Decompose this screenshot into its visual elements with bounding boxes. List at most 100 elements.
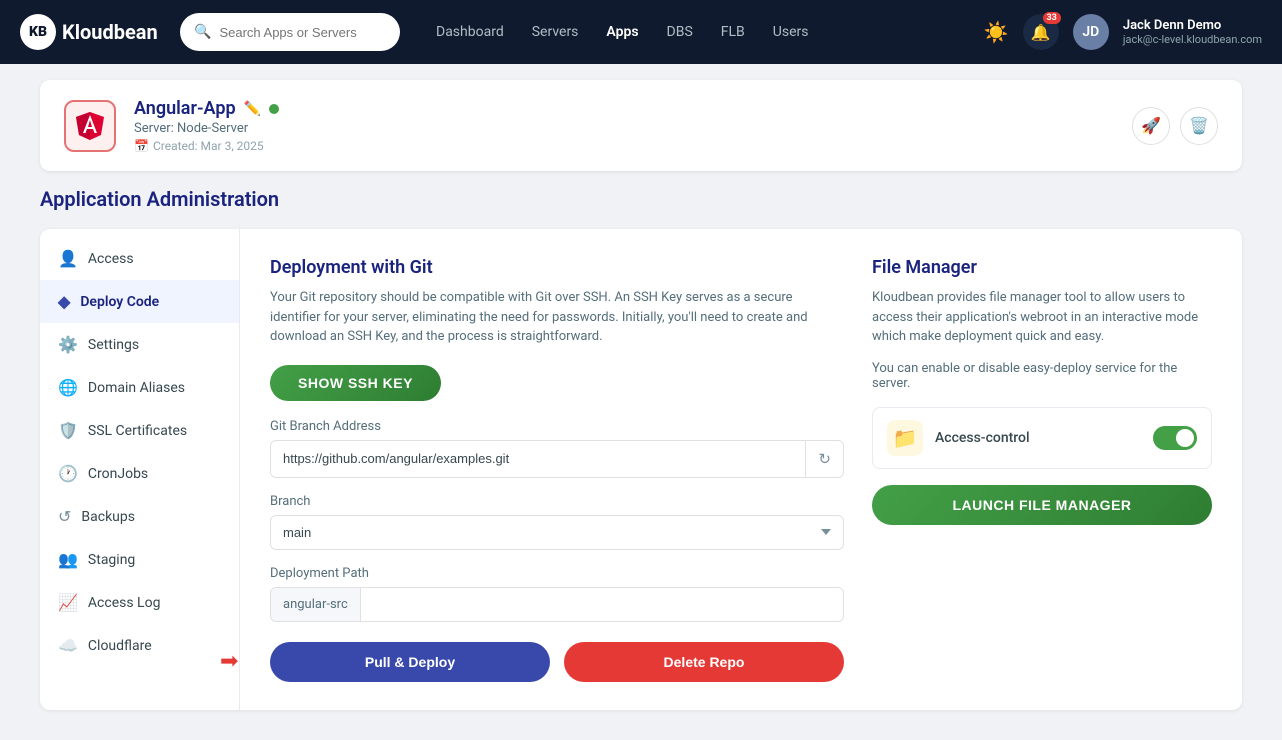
backups-icon: ↺ (58, 507, 71, 526)
git-panel-desc: Your Git repository should be compatible… (270, 288, 844, 347)
topnav: KB Kloudbean 🔍 Dashboard Servers Apps DB… (0, 0, 1282, 64)
pull-deploy-button[interactable]: Pull & Deploy (270, 642, 550, 682)
branch-select[interactable]: main (270, 515, 844, 550)
nav-right: ☀️ 🔔 33 JD Jack Denn Demo jack@c-level.k… (984, 14, 1262, 50)
deploy-code-icon: ◆ (58, 292, 70, 311)
admin-layout: 👤 Access ◆ Deploy Code ⚙️ Settings 🌐 Dom… (40, 229, 1242, 710)
bell-icon: 🔔 (1031, 23, 1051, 42)
card-actions: 🚀 🗑️ (1132, 107, 1218, 145)
deployment-path-group: Deployment Path angular-src (270, 566, 844, 622)
sidebar-item-cloudflare[interactable]: ☁️ Cloudflare (40, 624, 239, 667)
sidebar-label-deploy-code: Deploy Code (80, 294, 159, 310)
sidebar-label-access: Access (88, 251, 134, 267)
sidebar-item-domain-aliases[interactable]: 🌐 Domain Aliases (40, 366, 239, 409)
edit-app-icon[interactable]: ✏️ (244, 101, 261, 117)
show-ssh-key-button[interactable]: SHOW SSH KEY (270, 365, 441, 401)
user-info: Jack Denn Demo jack@c-level.kloudbean.co… (1123, 18, 1262, 46)
git-branch-label: Git Branch Address (270, 419, 844, 434)
app-server: Server: Node-Server (134, 121, 1114, 136)
app-logo (64, 100, 116, 152)
sidebar-item-staging[interactable]: 👥 Staging (40, 538, 239, 581)
nav-flb[interactable]: FLB (721, 24, 745, 40)
deployment-path-wrapper: angular-src (270, 587, 844, 622)
sidebar-label-domain-aliases: Domain Aliases (88, 380, 185, 396)
sidebar-item-deploy-code[interactable]: ◆ Deploy Code (40, 280, 239, 323)
domain-icon: 🌐 (58, 378, 78, 397)
sidebar-label-cloudflare: Cloudflare (88, 638, 152, 654)
staging-icon: 👥 (58, 550, 78, 569)
access-control-label: Access-control (935, 430, 1141, 446)
sidebar-label-staging: Staging (88, 552, 135, 568)
sidebar-item-access-log[interactable]: 📈 Access Log (40, 581, 239, 624)
launch-file-manager-button[interactable]: LAUNCH FILE MANAGER (872, 485, 1212, 525)
angular-icon (74, 110, 106, 142)
access-log-icon: 📈 (58, 593, 78, 612)
easy-deploy-note: You can enable or disable easy-deploy se… (872, 361, 1212, 391)
nav-dashboard[interactable]: Dashboard (436, 24, 504, 40)
sidebar-label-access-log: Access Log (88, 595, 161, 611)
app-info: Angular-App ✏️ Server: Node-Server 📅 Cre… (134, 98, 1114, 153)
delete-action-button[interactable]: 🗑️ (1180, 107, 1218, 145)
app-title-row: Angular-App ✏️ (134, 98, 1114, 119)
deployment-path-input[interactable] (361, 588, 843, 621)
app-name: Angular-App (134, 98, 236, 119)
arrow-indicator: ➡ (220, 649, 238, 674)
branch-group: Branch main (270, 494, 844, 550)
git-branch-input-wrapper: ↻ (270, 440, 844, 478)
git-panel-title: Deployment with Git (270, 257, 844, 278)
file-section: File Manager Kloudbean provides file man… (872, 257, 1212, 682)
cloudflare-icon: ☁️ (58, 636, 78, 655)
calendar-icon: 📅 (134, 139, 149, 153)
sidebar-label-cronjobs: CronJobs (88, 466, 148, 482)
nav-links: Dashboard Servers Apps DBS FLB Users (436, 24, 809, 40)
file-manager-desc: Kloudbean provides file manager tool to … (872, 288, 1212, 347)
panel-split: Deployment with Git Your Git repository … (270, 257, 1212, 682)
nav-dbs[interactable]: DBS (667, 24, 693, 40)
sidebar-item-access[interactable]: 👤 Access (40, 237, 239, 280)
section-title: Application Administration (40, 187, 1242, 211)
cronjobs-icon: 🕐 (58, 464, 78, 483)
main-panel: Deployment with Git Your Git repository … (240, 229, 1242, 710)
nav-apps[interactable]: Apps (606, 24, 638, 40)
theme-toggle-icon[interactable]: ☀️ (984, 20, 1009, 44)
user-avatar: JD (1073, 14, 1109, 50)
user-email: jack@c-level.kloudbean.com (1123, 33, 1262, 46)
app-created: 📅 Created: Mar 3, 2025 (134, 139, 1114, 153)
access-control-toggle[interactable] (1153, 426, 1197, 450)
access-control-row: 📁 Access-control (872, 407, 1212, 469)
search-input[interactable] (219, 25, 386, 40)
main-content: Application Administration 👤 Access ◆ De… (0, 187, 1282, 740)
branch-label: Branch (270, 494, 844, 509)
user-name: Jack Denn Demo (1123, 18, 1262, 33)
ssl-icon: 🛡️ (58, 421, 78, 440)
notification-badge: 33 (1043, 12, 1061, 24)
sidebar-item-backups[interactable]: ↺ Backups (40, 495, 239, 538)
git-section: Deployment with Git Your Git repository … (270, 257, 844, 682)
deployment-path-label: Deployment Path (270, 566, 844, 581)
access-icon: 👤 (58, 249, 78, 268)
app-card: Angular-App ✏️ Server: Node-Server 📅 Cre… (40, 80, 1242, 171)
sidebar-item-settings[interactable]: ⚙️ Settings (40, 323, 239, 366)
action-row: ➡ Pull & Deploy Delete Repo (270, 642, 844, 682)
file-manager-title: File Manager (872, 257, 1212, 278)
sidebar-label-ssl-certificates: SSL Certificates (88, 423, 187, 439)
sidebar-label-backups: Backups (81, 509, 135, 525)
deployment-path-prefix: angular-src (271, 588, 361, 621)
deploy-action-button[interactable]: 🚀 (1132, 107, 1170, 145)
online-status-dot (269, 104, 279, 114)
notification-bell[interactable]: 🔔 33 (1023, 14, 1059, 50)
access-control-icon: 📁 (887, 420, 923, 456)
sidebar-item-ssl-certificates[interactable]: 🛡️ SSL Certificates (40, 409, 239, 452)
search-icon: 🔍 (194, 24, 211, 40)
git-branch-group: Git Branch Address ↻ (270, 419, 844, 478)
logo: KB Kloudbean (20, 14, 160, 50)
git-branch-input[interactable] (271, 442, 805, 475)
refresh-branch-button[interactable]: ↻ (805, 441, 843, 477)
nav-servers[interactable]: Servers (532, 24, 579, 40)
sidebar-label-settings: Settings (88, 337, 139, 353)
nav-users[interactable]: Users (773, 24, 809, 40)
search-bar[interactable]: 🔍 (180, 13, 400, 51)
sidebar: 👤 Access ◆ Deploy Code ⚙️ Settings 🌐 Dom… (40, 229, 240, 710)
delete-repo-button[interactable]: Delete Repo (564, 642, 844, 682)
sidebar-item-cronjobs[interactable]: 🕐 CronJobs (40, 452, 239, 495)
